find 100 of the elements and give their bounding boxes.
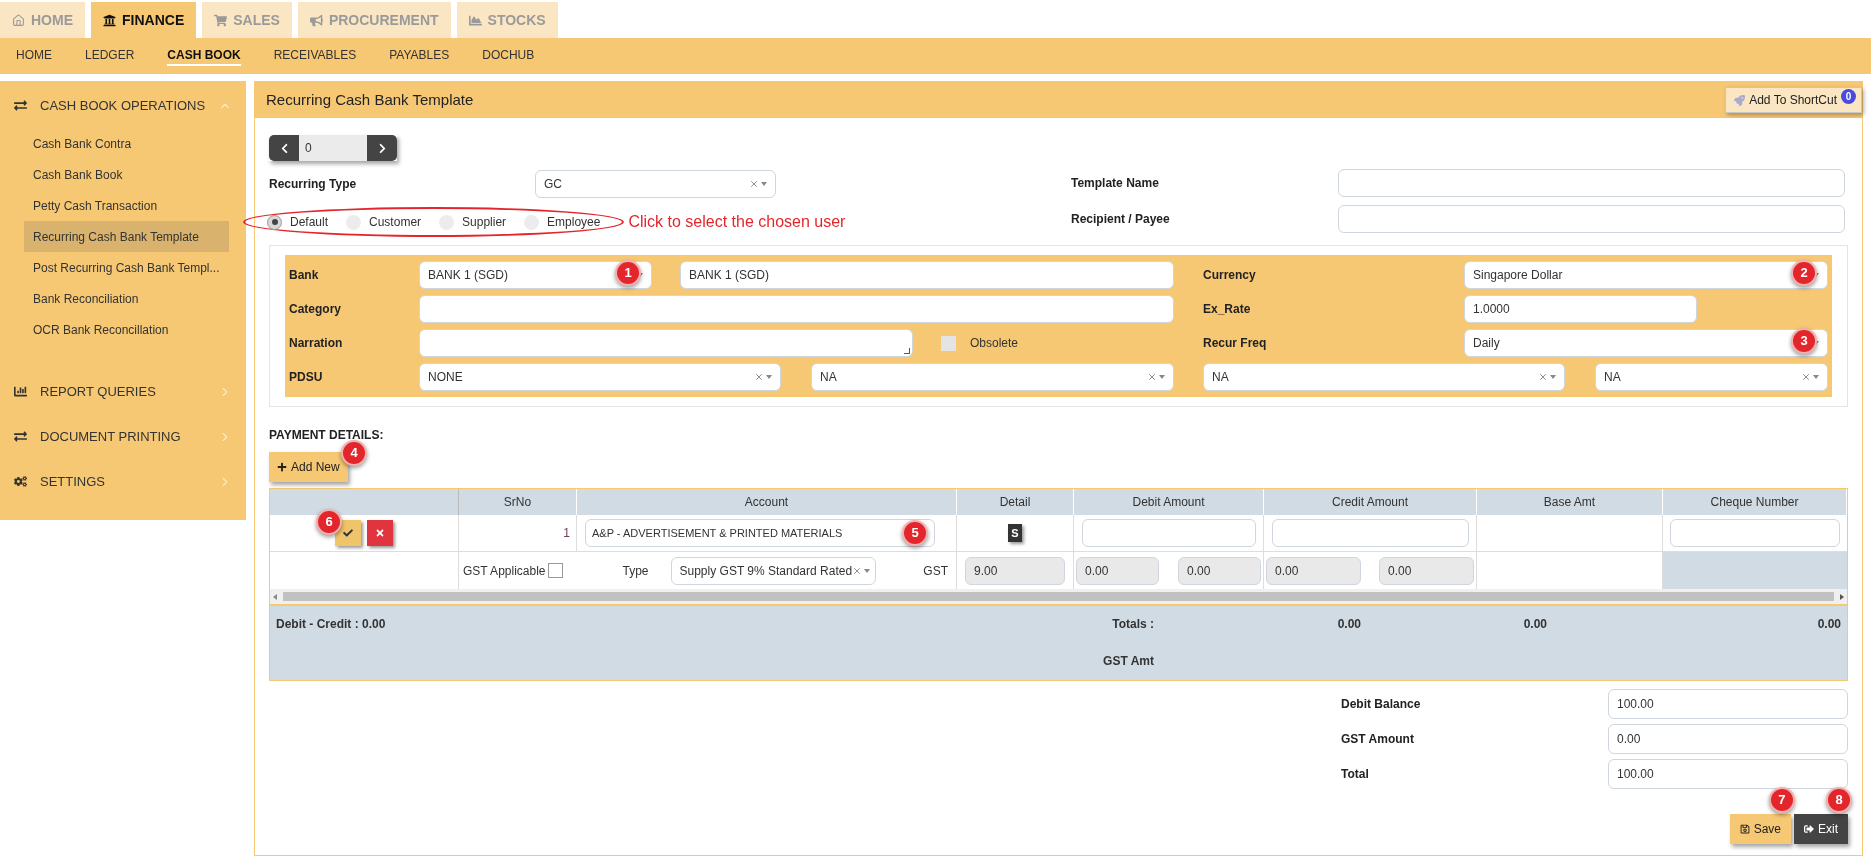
nav-link[interactable]: HOME xyxy=(16,46,52,66)
bar-chart-icon xyxy=(14,385,27,398)
debit-amount-field[interactable] xyxy=(1081,519,1256,547)
field-label: Category xyxy=(289,301,342,318)
gst-rate-field[interactable]: 9.00 xyxy=(965,556,1065,585)
confirm-button[interactable] xyxy=(335,520,361,546)
balance-difference: Debit - Credit : 0.00 xyxy=(275,616,387,633)
field-label: GST Amount xyxy=(1341,731,1415,748)
module-tab[interactable]: FINANCE xyxy=(91,2,197,38)
number-marker: 8 xyxy=(1826,787,1852,813)
detail-button[interactable]: S xyxy=(1008,524,1022,542)
caret-icon xyxy=(766,375,772,379)
clear-icon[interactable] xyxy=(754,372,764,382)
add-new-button[interactable]: Add New xyxy=(269,452,348,482)
exchange-rate-field[interactable]: 1.0000 xyxy=(1464,295,1697,323)
caret-icon xyxy=(1159,375,1165,379)
recipient-field[interactable] xyxy=(1338,205,1845,233)
delete-button[interactable] xyxy=(367,520,393,546)
number-marker: 2 xyxy=(1791,260,1817,286)
nav-link[interactable]: CASH BOOK xyxy=(167,46,241,66)
field-label: Type xyxy=(622,562,649,580)
template-name-field[interactable] xyxy=(1338,169,1845,197)
sidebar-section[interactable]: DOCUMENT PRINTING xyxy=(0,414,246,459)
sidebar-section[interactable]: SETTINGS xyxy=(0,459,246,504)
gst-applicable-checkbox[interactable]: GST Applicable xyxy=(459,561,563,580)
field-label: Recipient / Payee xyxy=(1071,211,1171,228)
number-marker: 5 xyxy=(902,520,928,546)
sidebar-item[interactable]: Post Recurring Cash Bank Templ... xyxy=(24,252,229,283)
credit-amount-field[interactable] xyxy=(1271,519,1469,547)
bank-select[interactable]: BANK 1 (SGD) 1 xyxy=(419,261,652,289)
nav-link[interactable]: LEDGER xyxy=(85,46,135,66)
sidebar-item[interactable]: Recurring Cash Bank Template xyxy=(24,221,229,252)
clear-icon[interactable] xyxy=(852,565,863,576)
user-type-radio[interactable]: Default xyxy=(267,213,329,231)
field-label: Total xyxy=(1341,766,1370,783)
pdsu-select[interactable]: NA xyxy=(811,363,1174,391)
pdsu-select[interactable]: NA xyxy=(1595,363,1828,391)
column-header: Base Amt xyxy=(1477,489,1663,515)
category-field[interactable] xyxy=(419,295,1174,323)
check-icon xyxy=(343,528,353,538)
sidebar-item[interactable]: Cash Bank Contra xyxy=(24,128,229,159)
amount-field[interactable]: 0.00 xyxy=(1178,556,1261,585)
pdsu-select[interactable]: NONE xyxy=(419,363,781,391)
column-header: Detail xyxy=(957,489,1074,515)
column-header: Debit Amount xyxy=(1074,489,1264,515)
field-label: Currency xyxy=(1203,267,1257,284)
bank-icon xyxy=(103,13,116,27)
exit-button[interactable]: Exit xyxy=(1794,814,1848,844)
previous-button[interactable] xyxy=(269,135,299,161)
next-button[interactable] xyxy=(367,135,397,161)
column-header: Cheque Number xyxy=(1663,489,1847,515)
user-type-radio[interactable]: Supplier xyxy=(439,213,507,231)
number-marker: 7 xyxy=(1769,787,1795,813)
resize-grip-icon xyxy=(904,348,910,354)
column-header: SrNo xyxy=(459,489,577,515)
pdsu-select[interactable]: NA xyxy=(1203,363,1565,391)
summary-field[interactable]: 100.00 xyxy=(1608,689,1848,719)
sidebar-item[interactable]: OCR Bank Reconcillation xyxy=(24,314,229,345)
sidebar-item[interactable]: Cash Bank Book xyxy=(24,159,229,190)
megaphone-icon xyxy=(309,13,323,27)
home-icon xyxy=(12,13,25,27)
account-field[interactable]: A&P - ADVERTISEMENT & PRINTED MATERIALS 5 xyxy=(585,519,935,547)
clear-icon[interactable] xyxy=(1801,372,1811,382)
amount-field[interactable]: 0.00 xyxy=(1076,556,1159,585)
sidebar-item[interactable]: Bank Reconciliation xyxy=(24,283,229,314)
save-button[interactable]: Save xyxy=(1729,814,1791,844)
amount-field[interactable]: 0.00 xyxy=(1266,556,1361,585)
currency-select[interactable]: Singapore Dollar 2 xyxy=(1464,261,1828,289)
sidebar-item[interactable]: Petty Cash Transaction xyxy=(24,190,229,221)
recur-frequency-select[interactable]: Daily 3 xyxy=(1464,329,1828,357)
plus-icon xyxy=(277,462,287,472)
scrollbar[interactable] xyxy=(270,589,1847,604)
nav-link[interactable]: PAYABLES xyxy=(389,46,450,66)
column-header: Credit Amount xyxy=(1264,489,1477,515)
obsolete-checkbox[interactable]: Obsolete xyxy=(941,334,1019,352)
sidebar-section[interactable]: CASH BOOK OPERATIONS xyxy=(0,83,246,128)
cheque-number-field[interactable] xyxy=(1670,519,1840,547)
table-cell: 1 xyxy=(459,515,577,551)
page-title: Recurring Cash Bank Template xyxy=(266,89,474,110)
amount-field[interactable]: 0.00 xyxy=(1379,556,1474,585)
recurring-type-select[interactable]: GC xyxy=(535,170,776,198)
page-number-field[interactable]: 0 xyxy=(299,135,367,161)
summary-field[interactable]: 100.00 xyxy=(1608,759,1848,789)
nav-link[interactable]: RECEIVABLES xyxy=(273,46,357,66)
number-marker: 3 xyxy=(1791,328,1817,354)
field-label: Bank xyxy=(289,267,320,284)
column-header: Account xyxy=(577,489,957,515)
gst-type-select[interactable]: Supply GST 9% Standard Rated xyxy=(670,556,876,585)
user-type-radio[interactable]: Employee xyxy=(524,213,601,231)
clear-icon[interactable] xyxy=(749,179,759,189)
bank-name-field[interactable]: BANK 1 (SGD) xyxy=(680,261,1174,289)
field-label: Recur Freq xyxy=(1203,335,1268,352)
clear-icon[interactable] xyxy=(1538,372,1548,382)
clear-icon[interactable] xyxy=(1147,372,1157,382)
user-type-radio[interactable]: Customer xyxy=(346,213,422,231)
sidebar-section[interactable]: REPORT QUERIES xyxy=(0,369,246,414)
caret-icon xyxy=(761,182,767,186)
nav-link[interactable]: DOCHUB xyxy=(482,46,535,66)
summary-field[interactable]: 0.00 xyxy=(1608,724,1848,754)
number-marker: 1 xyxy=(615,260,641,286)
